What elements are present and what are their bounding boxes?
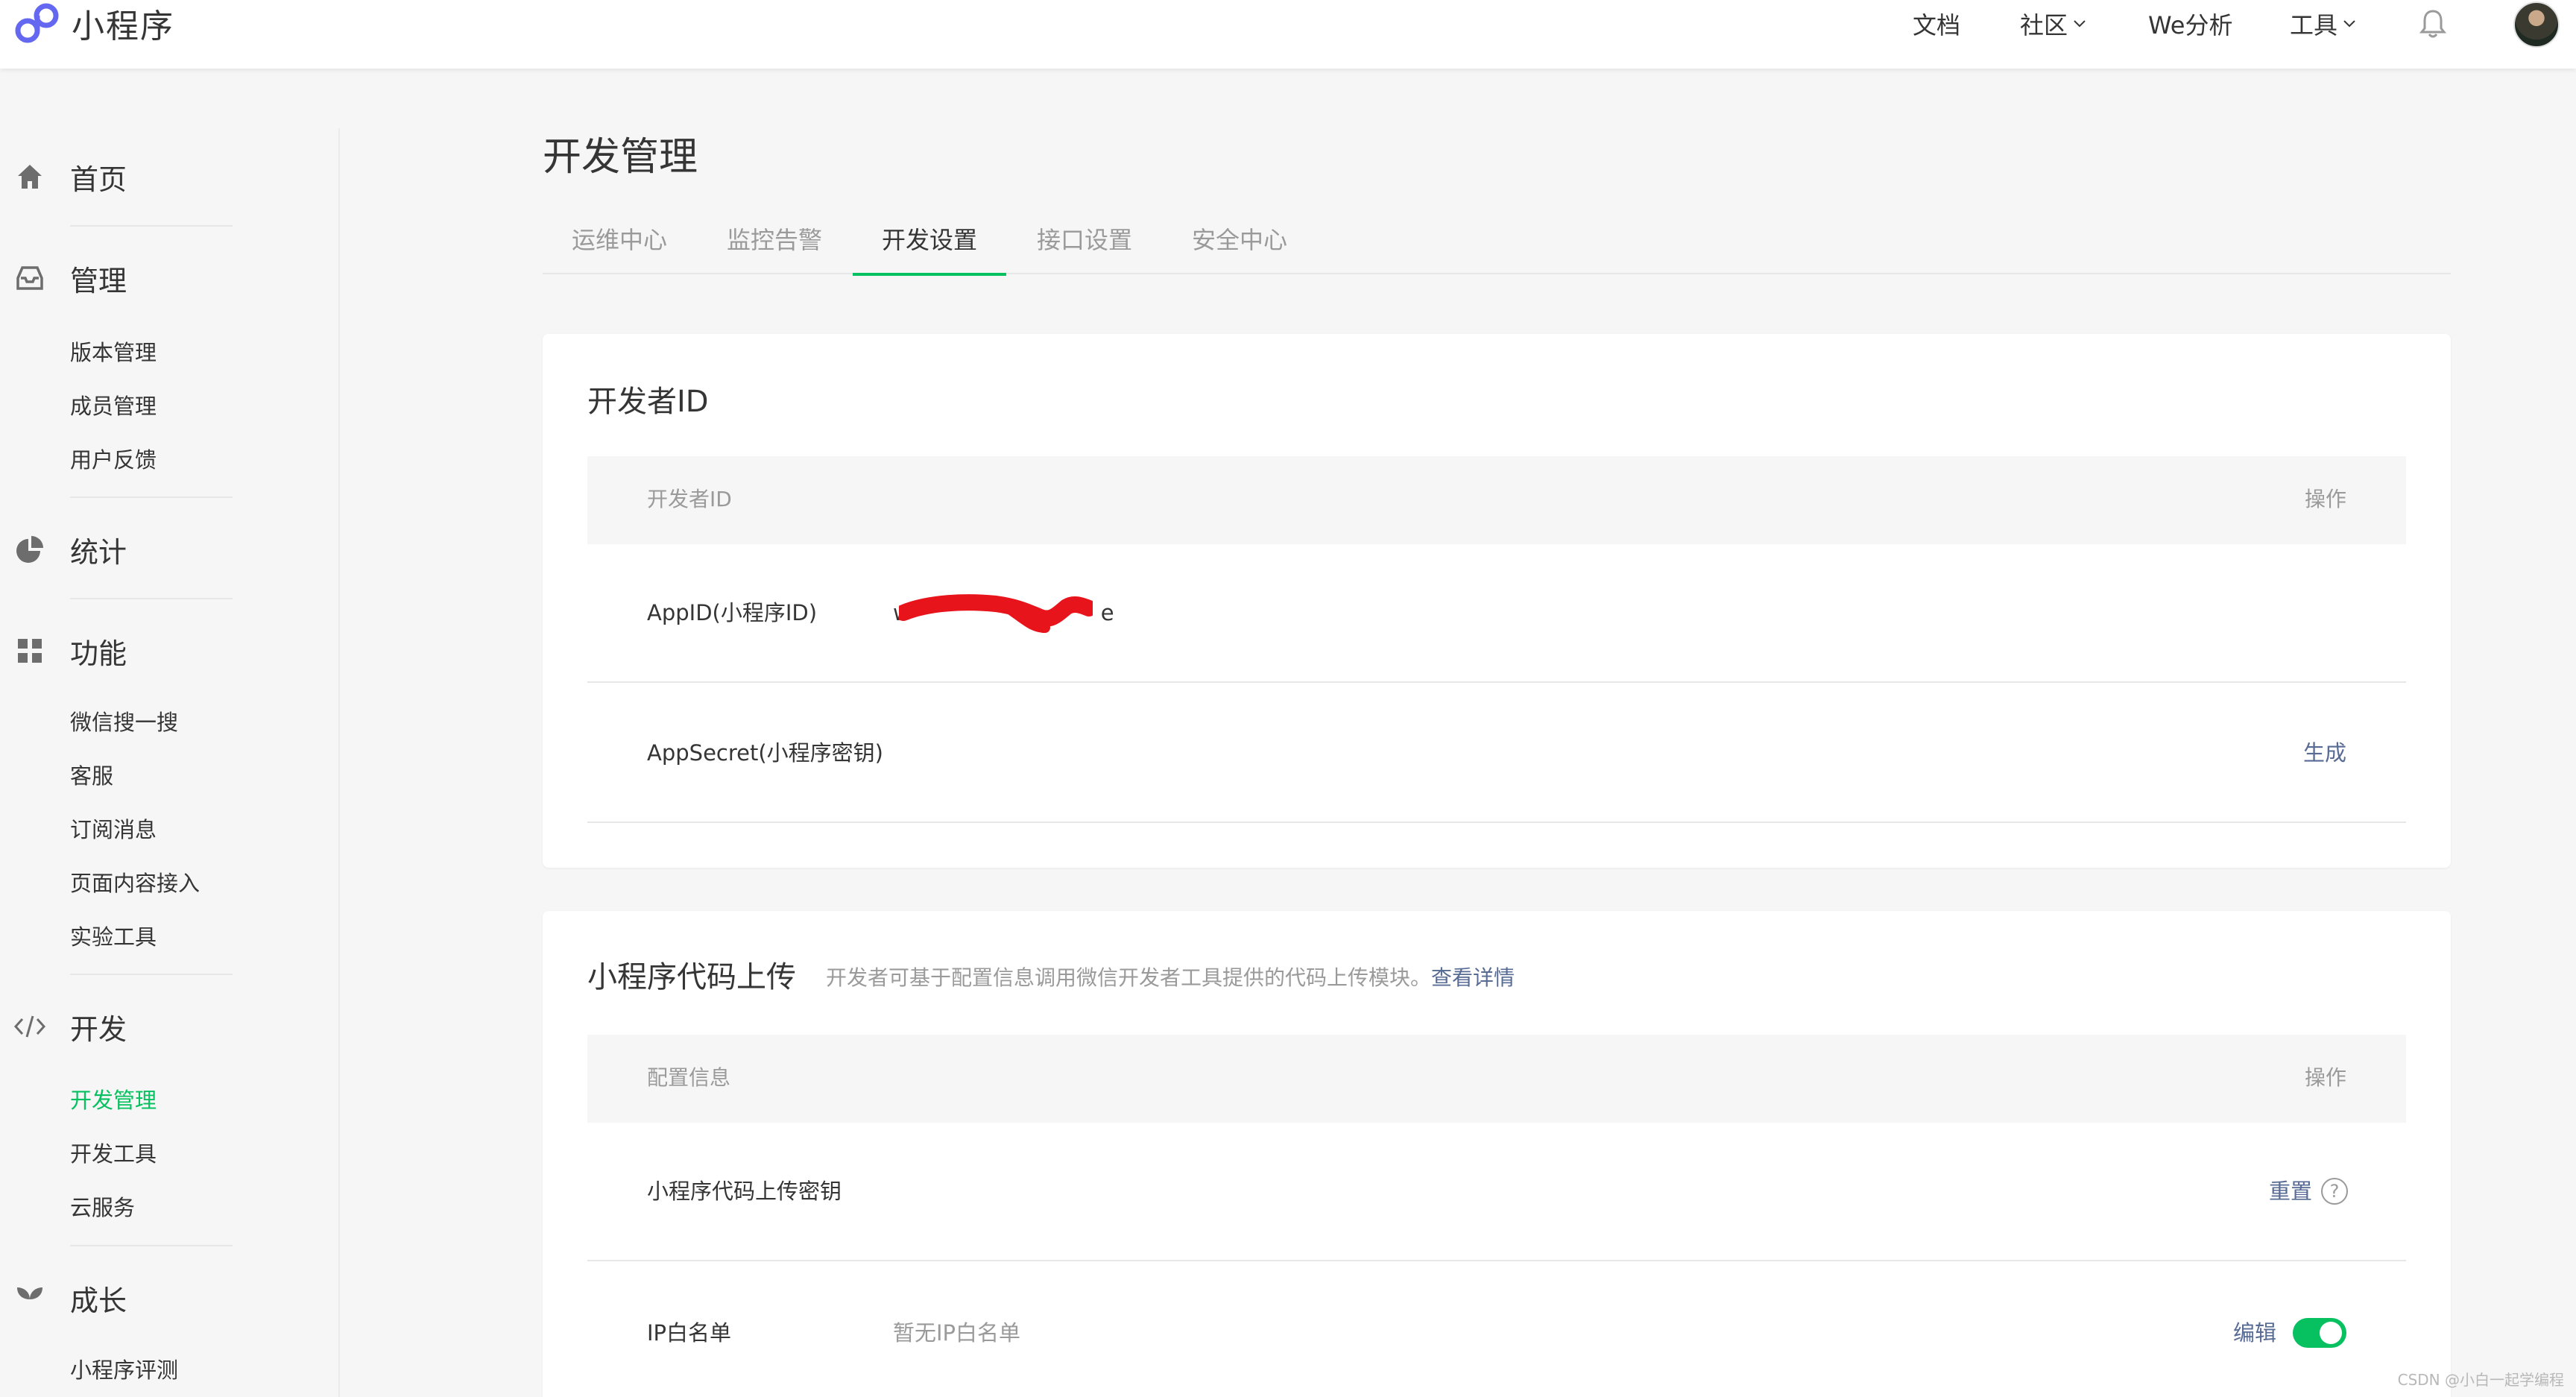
sidebar-item-experiment-tools[interactable]: 实验工具	[70, 922, 157, 952]
sidebar-item-mini-program-evaluation[interactable]: 小程序评测	[70, 1355, 178, 1385]
sidebar-item-wechat-search[interactable]: 微信搜一搜	[70, 707, 178, 737]
sidebar-group-label: 功能	[70, 637, 127, 670]
tab-security-center[interactable]: 安全中心	[1163, 224, 1316, 274]
table-row: IP白名单 暂无IP白名单 编辑	[587, 1263, 2406, 1397]
row-label: IP白名单	[647, 1320, 732, 1346]
nav-tools-label: 工具	[2290, 11, 2338, 40]
table-row: 小程序代码上传密钥 重置 ?	[587, 1123, 2406, 1261]
top-bar: 小程序 文档 社区 We分析 工具	[0, 0, 2576, 69]
tab-dev-settings[interactable]: 开发设置	[853, 224, 1006, 276]
card-description: 开发者可基于配置信息调用微信开发者工具提供的代码上传模块。查看详情	[826, 963, 1515, 993]
sidebar-item-user-feedback[interactable]: 用户反馈	[70, 445, 157, 475]
tab-ops-center[interactable]: 运维中心	[543, 224, 696, 274]
tab-bar: 运维中心 监控告警 开发设置 接口设置 安全中心	[543, 216, 2451, 276]
grid-icon	[13, 634, 46, 667]
sidebar: 首页 管理 版本管理 成员管理 用户反馈 统计 功能 微信搜一搜 客服 订阅消息…	[0, 69, 340, 1397]
column-header: 操作	[2304, 1065, 2346, 1090]
table-row: AppID(小程序ID) we	[587, 544, 2406, 683]
sidebar-item-page-content-access[interactable]: 页面内容接入	[70, 868, 200, 898]
sidebar-item-version-management[interactable]: 版本管理	[70, 338, 157, 368]
divider	[70, 598, 233, 599]
card-title: 开发者ID	[587, 385, 709, 419]
brand-name: 小程序	[72, 7, 174, 45]
chevron-down-icon	[2074, 20, 2086, 28]
view-details-link[interactable]: 查看详情	[1431, 965, 1515, 990]
tab-monitoring-alerts[interactable]: 监控告警	[698, 224, 851, 274]
appid-value-end: e	[1100, 600, 1114, 625]
nav-community[interactable]: 社区	[2020, 0, 2087, 48]
table-row: AppSecret(小程序密钥) 生成	[587, 684, 2406, 823]
card-title: 小程序代码上传	[587, 960, 796, 994]
divider	[70, 974, 233, 975]
sidebar-item-cloud-service[interactable]: 云服务	[70, 1193, 135, 1223]
pie-chart-icon	[13, 533, 46, 566]
code-icon	[13, 1010, 46, 1043]
sidebar-item-label: 统计	[70, 535, 127, 569]
code-upload-card: 小程序代码上传 开发者可基于配置信息调用微信开发者工具提供的代码上传模块。查看详…	[543, 911, 2451, 1397]
brand[interactable]: 小程序	[13, 0, 174, 46]
watermark: CSDN @小白一起学编程	[2397, 1371, 2564, 1389]
bell-icon[interactable]	[2419, 9, 2446, 39]
tab-api-settings[interactable]: 接口设置	[1008, 224, 1161, 274]
nav-tools[interactable]: 工具	[2290, 0, 2357, 48]
nav-community-label: 社区	[2020, 11, 2068, 40]
edit-whitelist-link[interactable]: 编辑	[2233, 1318, 2276, 1348]
row-label: AppSecret(小程序密钥)	[647, 740, 883, 766]
sidebar-item-dev-management[interactable]: 开发管理	[70, 1085, 157, 1115]
sprout-icon	[13, 1281, 46, 1314]
column-header: 开发者ID	[647, 487, 732, 511]
chevron-down-icon	[2343, 20, 2355, 28]
row-label: AppID(小程序ID)	[647, 600, 818, 625]
row-label: 小程序代码上传密钥	[647, 1179, 842, 1204]
sidebar-item-subscription-messages[interactable]: 订阅消息	[70, 815, 157, 845]
table-header: 开发者ID 操作	[587, 456, 2406, 544]
nav-docs[interactable]: 文档	[1913, 0, 1960, 48]
sidebar-item-customer-service[interactable]: 客服	[70, 761, 113, 791]
page-title: 开发管理	[543, 135, 698, 180]
sidebar-group-label: 开发	[70, 1012, 127, 1046]
sidebar-item-dev-tools[interactable]: 开发工具	[70, 1139, 157, 1169]
sidebar-group-label: 成长	[70, 1284, 127, 1317]
sidebar-group-label: 管理	[70, 264, 127, 297]
description-text: 开发者可基于配置信息调用微信开发者工具提供的代码上传模块。	[826, 965, 1432, 990]
redaction-scribble	[899, 594, 1093, 633]
divider	[70, 225, 233, 227]
ip-whitelist-value: 暂无IP白名单	[893, 1320, 1021, 1346]
developer-id-card: 开发者ID 开发者ID 操作 AppID(小程序ID) we AppSecret…	[543, 334, 2451, 868]
inbox-icon	[13, 262, 46, 294]
sidebar-item-label: 首页	[70, 163, 127, 196]
divider	[70, 496, 233, 498]
home-icon	[13, 160, 46, 193]
reset-key-link[interactable]: 重置	[2269, 1176, 2312, 1206]
nav-docs-label: 文档	[1913, 11, 1961, 40]
column-header: 配置信息	[647, 1065, 731, 1090]
nav-we-analytics[interactable]: We分析	[2148, 0, 2232, 48]
help-icon[interactable]: ?	[2321, 1178, 2348, 1205]
ip-whitelist-toggle[interactable]	[2293, 1318, 2346, 1348]
mini-program-logo-icon	[13, 3, 59, 44]
divider	[70, 1245, 233, 1246]
nav-we-analytics-label: We分析	[2148, 11, 2233, 40]
table-header: 配置信息 操作	[587, 1035, 2406, 1123]
column-header: 操作	[2304, 487, 2346, 511]
toggle-knob	[2320, 1322, 2342, 1344]
sidebar-divider	[338, 128, 340, 1397]
sidebar-item-member-management[interactable]: 成员管理	[70, 391, 157, 421]
generate-secret-link[interactable]: 生成	[2303, 738, 2346, 768]
avatar[interactable]	[2513, 1, 2560, 48]
